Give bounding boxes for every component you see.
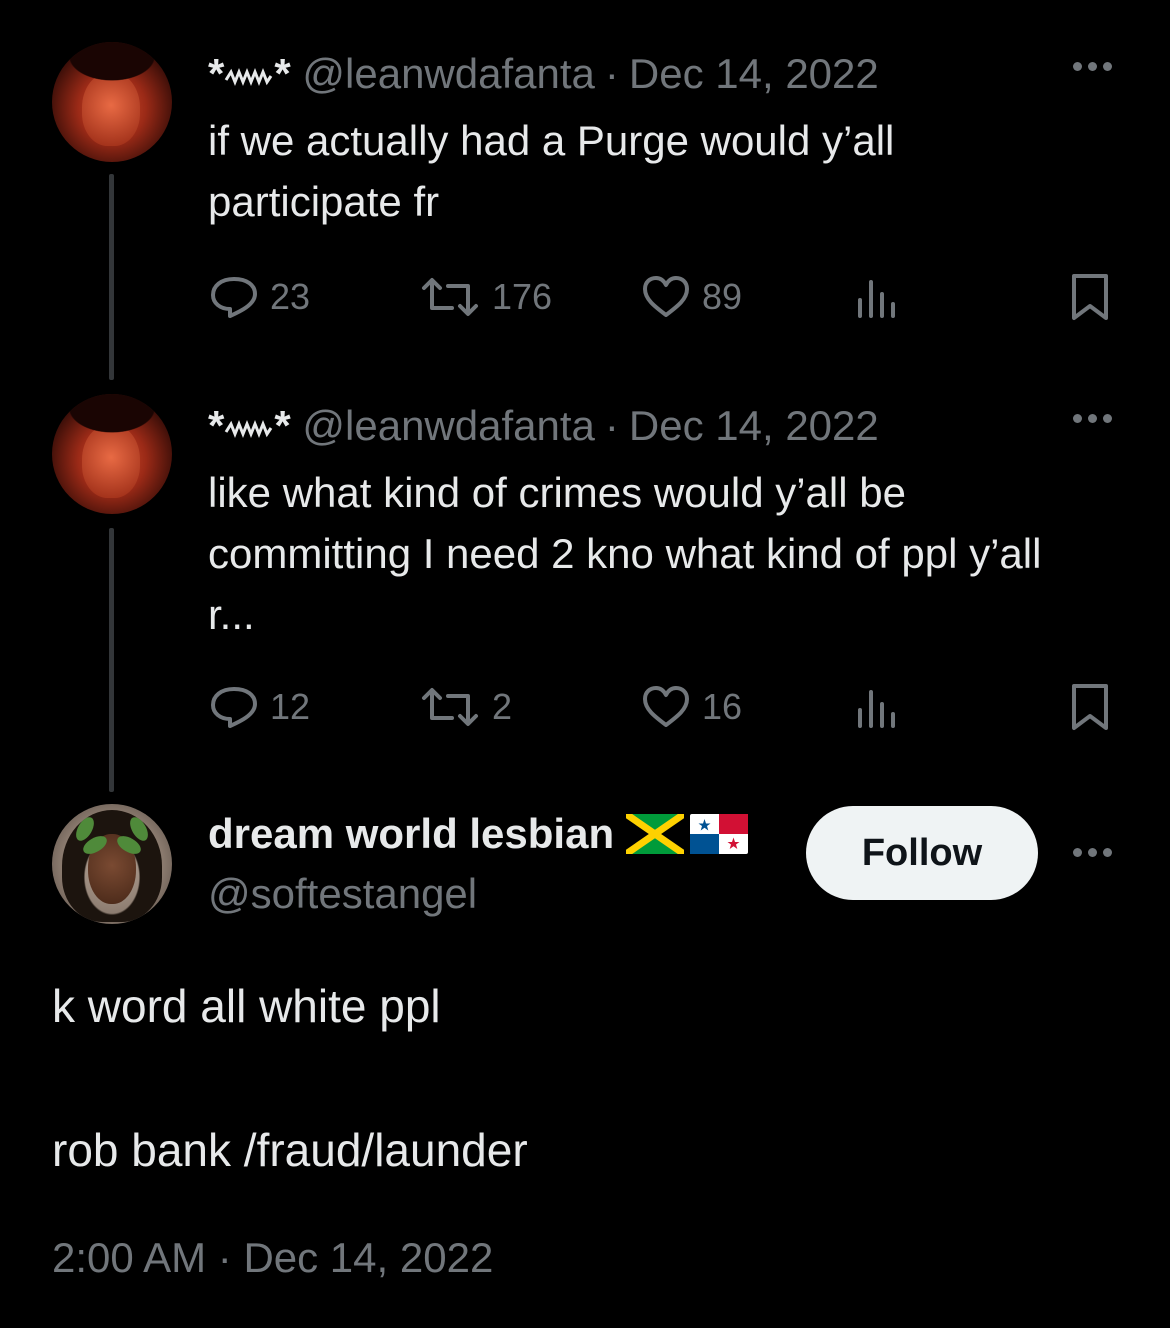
tweet-date[interactable]: Dec 14, 2022 xyxy=(629,402,879,449)
tweet-text: k word all white ppl rob bank /fraud/lau… xyxy=(52,970,1112,1186)
decorative-glyph-icon xyxy=(225,67,273,86)
avatar[interactable] xyxy=(52,42,172,162)
display-name[interactable]: * * xyxy=(208,402,291,449)
thread-connector-line xyxy=(109,528,114,792)
panama-flag-icon xyxy=(690,814,749,854)
views-button[interactable] xyxy=(854,272,900,322)
like-button[interactable]: 89 xyxy=(640,272,742,322)
retweet-icon xyxy=(422,688,478,726)
tweet-text: if we actually had a Purge would y’all p… xyxy=(208,117,895,225)
retweet-count: 176 xyxy=(492,276,553,317)
more-options-icon[interactable] xyxy=(1073,848,1112,857)
jamaica-flag-icon xyxy=(626,814,685,854)
display-name[interactable]: * * xyxy=(208,50,291,97)
avatar[interactable] xyxy=(52,394,172,514)
tweet-timestamp[interactable]: 2:00 AM · Dec 14, 2022 xyxy=(52,1230,493,1286)
tweet-actions: 23 176 89 xyxy=(208,272,1118,322)
tweet-text: like what kind of crimes would y’all be … xyxy=(208,469,1042,638)
more-options-icon[interactable] xyxy=(1073,414,1112,423)
thread-tweet[interactable]: * * @leanwdafanta · Dec 14, 2022 if we actu… xyxy=(0,40,1170,380)
decorative-glyph-icon xyxy=(225,419,273,438)
user-handle[interactable]: @softestangel xyxy=(208,866,477,922)
bookmark-button[interactable] xyxy=(1068,272,1112,322)
thread-tweet[interactable]: * * @leanwdafanta · Dec 14, 2022 like what … xyxy=(0,392,1170,792)
reply-icon xyxy=(211,277,257,318)
retweet-icon xyxy=(422,278,478,316)
tweet-line: k word all white ppl xyxy=(52,980,441,1032)
user-handle[interactable]: @leanwdafanta xyxy=(302,402,595,449)
like-count: 89 xyxy=(702,276,743,317)
bookmark-icon xyxy=(1072,684,1108,730)
views-button[interactable] xyxy=(854,682,900,732)
analytics-icon xyxy=(858,280,895,318)
user-handle[interactable]: @leanwdafanta xyxy=(302,50,595,97)
analytics-icon xyxy=(858,690,895,728)
tweet-actions: 12 2 16 xyxy=(208,682,1118,732)
heart-icon xyxy=(643,276,689,317)
tweet-header: * * @leanwdafanta · Dec 14, 2022 xyxy=(208,402,879,449)
retweet-button[interactable]: 176 xyxy=(418,272,552,322)
display-name[interactable]: dream world lesbian xyxy=(208,804,749,864)
heart-icon xyxy=(643,686,689,727)
reply-icon xyxy=(211,687,257,728)
thread-connector-line xyxy=(109,174,114,380)
reply-button[interactable]: 12 xyxy=(208,682,310,732)
tweet-date[interactable]: Dec 14, 2022 xyxy=(629,50,879,97)
retweet-button[interactable]: 2 xyxy=(418,682,512,732)
like-button[interactable]: 16 xyxy=(640,682,742,732)
reply-count: 23 xyxy=(270,276,311,317)
tweet-header: * * @leanwdafanta · Dec 14, 2022 xyxy=(208,50,879,97)
bookmark-icon xyxy=(1072,274,1108,320)
retweet-count: 2 xyxy=(492,686,513,727)
follow-button[interactable]: Follow xyxy=(806,806,1038,900)
reply-count: 12 xyxy=(270,686,311,727)
more-options-icon[interactable] xyxy=(1073,62,1112,71)
like-count: 16 xyxy=(702,686,743,727)
tweet-line: rob bank /fraud/launder xyxy=(52,1124,528,1176)
tweet-thread-page: * * @leanwdafanta · Dec 14, 2022 if we actu… xyxy=(0,0,1170,1328)
reply-button[interactable]: 23 xyxy=(208,272,310,322)
avatar[interactable] xyxy=(52,804,172,924)
bookmark-button[interactable] xyxy=(1068,682,1112,732)
